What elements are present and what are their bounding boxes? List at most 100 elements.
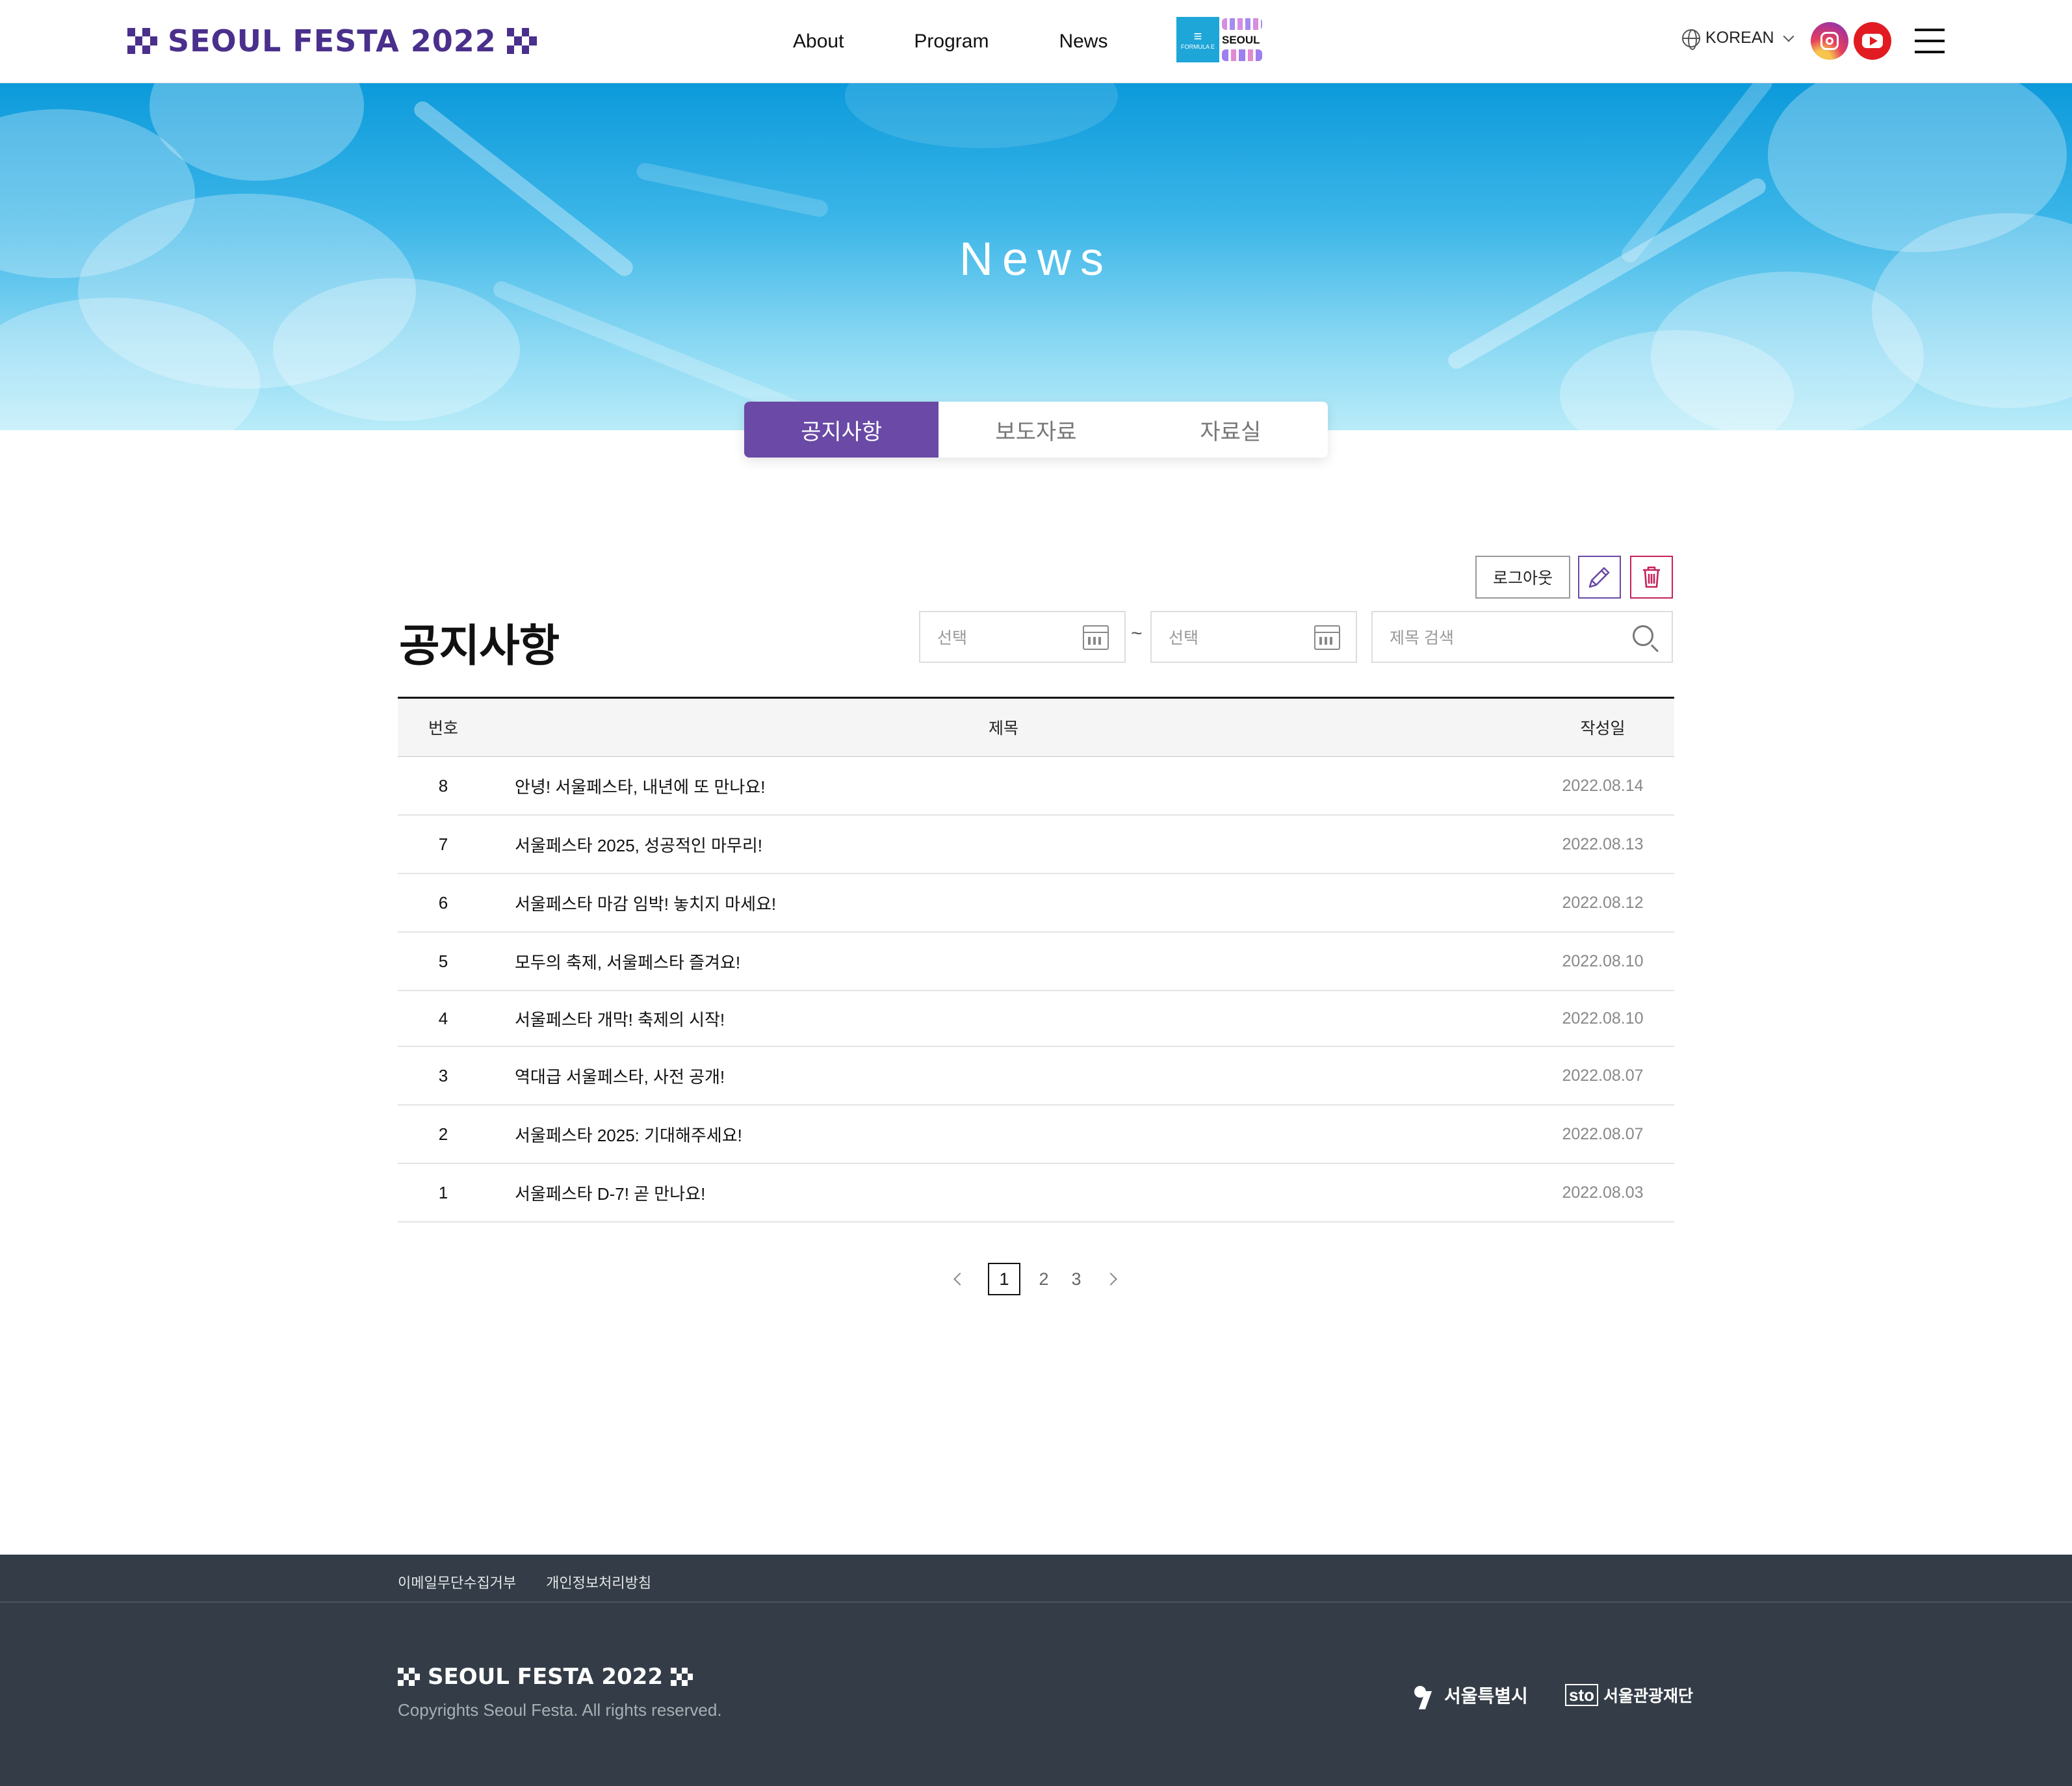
search-input[interactable]: 제목 검색	[1371, 611, 1673, 663]
row-date: 2022.08.07	[1562, 1066, 1644, 1085]
table-row[interactable]: 3 역대급 서울페스타, 사전 공개! 2022.08.07	[398, 1047, 1674, 1106]
date-separator: ~	[1131, 623, 1143, 644]
row-num: 6	[438, 892, 448, 912]
calendar-icon[interactable]	[1083, 625, 1109, 650]
footer-logo-text: SEOUL FESTA 2022	[428, 1664, 663, 1690]
row-date: 2022.08.10	[1562, 951, 1644, 970]
language-selector[interactable]: KOREAN	[1682, 29, 1794, 50]
seoul-tourism-name: 서울관광재단	[1603, 1687, 1694, 1705]
logo-checker-icon	[398, 1668, 420, 1686]
row-num: 8	[438, 775, 448, 796]
tab-archive[interactable]: 자료실	[1133, 402, 1328, 458]
date-from-input[interactable]: 선택	[919, 611, 1126, 663]
row-title[interactable]: 서울페스타 2025, 성공적인 마무리!	[489, 833, 1531, 857]
table-row[interactable]: 4 서울페스타 개막! 축제의 시작! 2022.08.10	[398, 991, 1674, 1047]
delete-button[interactable]	[1630, 556, 1673, 599]
row-num: 4	[438, 1008, 448, 1028]
language-label: KOREAN	[1705, 29, 1774, 47]
row-num: 3	[438, 1065, 448, 1085]
youtube-icon[interactable]	[1854, 22, 1891, 60]
seoul-city-name: 서울특별시	[1444, 1686, 1528, 1706]
row-date: 2022.08.10	[1562, 1009, 1644, 1028]
formula-e-logo: ≡ FORMULA E	[1176, 17, 1219, 62]
date-to-placeholder: 선택	[1169, 629, 1199, 647]
seoul-city-mark-icon	[1412, 1682, 1438, 1708]
seoul-logo: SEOUL	[1219, 17, 1265, 62]
row-date: 2022.08.03	[1562, 1183, 1644, 1202]
row-title[interactable]: 서울페스타 개막! 축제의 시작!	[489, 1007, 1531, 1031]
nav-about[interactable]: About	[793, 26, 844, 57]
row-num: 2	[438, 1124, 448, 1144]
table-row[interactable]: 7 서울페스타 2025, 성공적인 마무리! 2022.08.13	[398, 816, 1674, 874]
seoul-city-logo[interactable]: 서울특별시	[1412, 1682, 1528, 1708]
footer-link-privacy[interactable]: 개인정보처리방침	[546, 1572, 651, 1592]
copyright: Copyrights Seoul Festa. All rights reser…	[398, 1700, 722, 1720]
chevron-down-icon	[1783, 31, 1794, 42]
search-placeholder: 제목 검색	[1390, 629, 1454, 647]
page-1[interactable]: 1	[988, 1263, 1020, 1295]
footer-links: 이메일무단수집거부 개인정보처리방침	[398, 1572, 651, 1592]
instagram-icon[interactable]	[1811, 22, 1848, 60]
logo-checker-icon	[506, 28, 537, 54]
footer-divider	[0, 1601, 2072, 1603]
header-title: 제목	[988, 719, 1018, 738]
page-3[interactable]: 3	[1067, 1263, 1085, 1295]
seoul-tourism-logo[interactable]: sto 서울관광재단	[1565, 1683, 1693, 1707]
nav-program[interactable]: Program	[914, 26, 989, 57]
page-2[interactable]: 2	[1035, 1263, 1053, 1295]
menu-icon[interactable]	[1915, 29, 1945, 53]
board-title: 공지사항	[399, 621, 560, 671]
table-row[interactable]: 8 안녕! 서울페스타, 내년에 또 만나요! 2022.08.14	[398, 757, 1674, 816]
row-title[interactable]: 모두의 축제, 서울페스타 즐겨요!	[489, 950, 1531, 974]
board-tabs: 공지사항 보도자료 자료실	[744, 402, 1328, 458]
row-num: 1	[438, 1182, 448, 1202]
hero-banner: News	[0, 83, 2072, 430]
trash-icon	[1643, 566, 1660, 588]
table-row[interactable]: 2 서울페스타 2025: 기대해주세요! 2022.08.07	[398, 1106, 1674, 1164]
formula-e-seoul-badge[interactable]: ≡ FORMULA E SEOUL	[1176, 17, 1265, 62]
main-nav: About Program News	[793, 26, 1178, 57]
row-title[interactable]: 역대급 서울페스타, 사전 공개!	[489, 1064, 1531, 1088]
page-title: News	[959, 233, 1113, 285]
table-row[interactable]: 5 모두의 축제, 서울페스타 즐겨요! 2022.08.10	[398, 933, 1674, 991]
table-row[interactable]: 1 서울페스타 D-7! 곧 만나요! 2022.08.03	[398, 1164, 1674, 1223]
footer-logo: SEOUL FESTA 2022	[398, 1664, 693, 1690]
logo-text: SEOUL FESTA 2022	[168, 23, 497, 58]
row-num: 5	[438, 951, 448, 971]
row-title[interactable]: 서울페스타 D-7! 곧 만나요!	[489, 1181, 1531, 1205]
calendar-icon[interactable]	[1314, 625, 1340, 650]
site-header: SEOUL FESTA 2022 About Program News ≡ FOR…	[0, 0, 2072, 83]
logo-checker-icon	[671, 1668, 693, 1686]
tab-notice[interactable]: 공지사항	[744, 402, 939, 458]
date-to-input[interactable]: 선택	[1150, 611, 1357, 663]
table-row[interactable]: 6 서울페스타 마감 임박! 놓치지 마세요! 2022.08.12	[398, 874, 1674, 933]
logout-button[interactable]: 로그아웃	[1475, 556, 1570, 599]
site-footer: 이메일무단수집거부 개인정보처리방침 SEOUL FESTA 2022 Copy…	[0, 1555, 2072, 1786]
row-date: 2022.08.14	[1562, 776, 1644, 795]
row-title[interactable]: 안녕! 서울페스타, 내년에 또 만나요!	[489, 774, 1531, 798]
pencil-icon	[1588, 567, 1610, 588]
sto-mark: sto	[1565, 1684, 1598, 1706]
header-num: 번호	[428, 719, 458, 738]
row-date: 2022.08.13	[1562, 835, 1644, 853]
search-icon[interactable]	[1633, 625, 1653, 646]
write-button[interactable]	[1578, 556, 1621, 599]
row-date: 2022.08.12	[1562, 893, 1644, 912]
tab-press[interactable]: 보도자료	[939, 402, 1133, 458]
table-header: 번호 제목 작성일	[398, 699, 1674, 757]
footer-link-email-policy[interactable]: 이메일무단수집거부	[398, 1572, 516, 1592]
chevron-left-icon[interactable]	[953, 1273, 966, 1286]
row-title[interactable]: 서울페스타 마감 임박! 놓치지 마세요!	[489, 891, 1531, 915]
header-date: 작성일	[1580, 719, 1625, 738]
chevron-right-icon[interactable]	[1104, 1273, 1117, 1286]
globe-icon	[1682, 29, 1700, 50]
nav-news[interactable]: News	[1059, 26, 1107, 57]
row-title[interactable]: 서울페스타 2025: 기대해주세요!	[489, 1122, 1531, 1146]
date-from-placeholder: 선택	[937, 629, 968, 647]
logo-checker-icon	[127, 28, 157, 54]
pagination: 1 2 3	[953, 1263, 1117, 1295]
row-num: 7	[438, 834, 448, 854]
notice-table: 번호 제목 작성일 8 안녕! 서울페스타, 내년에 또 만나요! 2022.0…	[398, 697, 1674, 1223]
site-logo[interactable]: SEOUL FESTA 2022	[127, 23, 537, 58]
row-date: 2022.08.07	[1562, 1124, 1644, 1143]
